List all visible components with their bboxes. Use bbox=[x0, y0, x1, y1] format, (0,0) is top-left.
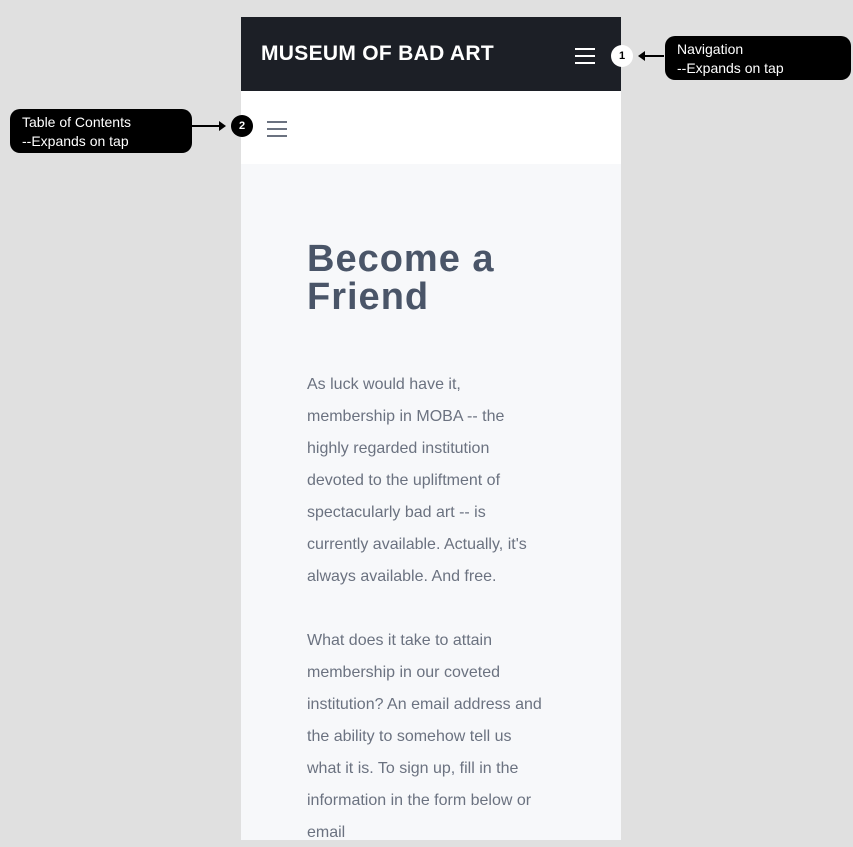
paragraph-signup: What does it take to attain membership i… bbox=[307, 625, 607, 840]
page-title: Become a Friend bbox=[307, 238, 495, 318]
text-line: membership in MOBA -- the bbox=[307, 408, 505, 425]
text-line: currently available. Actually, it's bbox=[307, 536, 527, 553]
callout-note: --Expands on tap bbox=[22, 133, 129, 149]
annotation-callout-navigation: Navigation --Expands on tap bbox=[665, 36, 851, 80]
navigation-menu-icon[interactable] bbox=[575, 48, 595, 64]
site-header: MUSEUM OF BAD ART bbox=[241, 17, 621, 91]
site-logo[interactable]: MUSEUM OF BAD ART bbox=[261, 42, 494, 66]
text-line: spectacularly bad art -- is bbox=[307, 504, 486, 521]
annotation-arrow-1 bbox=[638, 51, 664, 61]
text-line: the ability to somehow tell us bbox=[307, 728, 512, 745]
mobile-page: MUSEUM OF BAD ART Become a Friend As luc… bbox=[241, 17, 621, 840]
callout-title: Table of Contents bbox=[22, 114, 131, 130]
text-line: email bbox=[307, 824, 346, 840]
text-line: institution? An email address and bbox=[307, 696, 542, 713]
text-line: As luck would have it, bbox=[307, 376, 461, 393]
annotation-callout-toc: Table of Contents --Expands on tap bbox=[10, 109, 192, 153]
annotation-badge-1: 1 bbox=[611, 45, 633, 67]
text-line: what it is. To sign up, fill in the bbox=[307, 760, 519, 777]
annotation-badge-2: 2 bbox=[231, 115, 253, 137]
text-line: What does it take to attain bbox=[307, 632, 492, 649]
callout-note: --Expands on tap bbox=[677, 60, 784, 76]
toc-bar bbox=[241, 91, 621, 164]
text-line: membership in our coveted bbox=[307, 664, 500, 681]
text-line: devoted to the upliftment of bbox=[307, 472, 501, 489]
callout-title: Navigation bbox=[677, 41, 744, 57]
text-line: highly regarded institution bbox=[307, 440, 490, 457]
paragraph-intro: As luck would have it, membership in MOB… bbox=[307, 369, 607, 593]
text-line: information in the form below or bbox=[307, 792, 532, 809]
table-of-contents-icon[interactable] bbox=[267, 121, 287, 137]
text-line: always available. And free. bbox=[307, 568, 497, 585]
annotation-arrow-2 bbox=[192, 121, 226, 131]
